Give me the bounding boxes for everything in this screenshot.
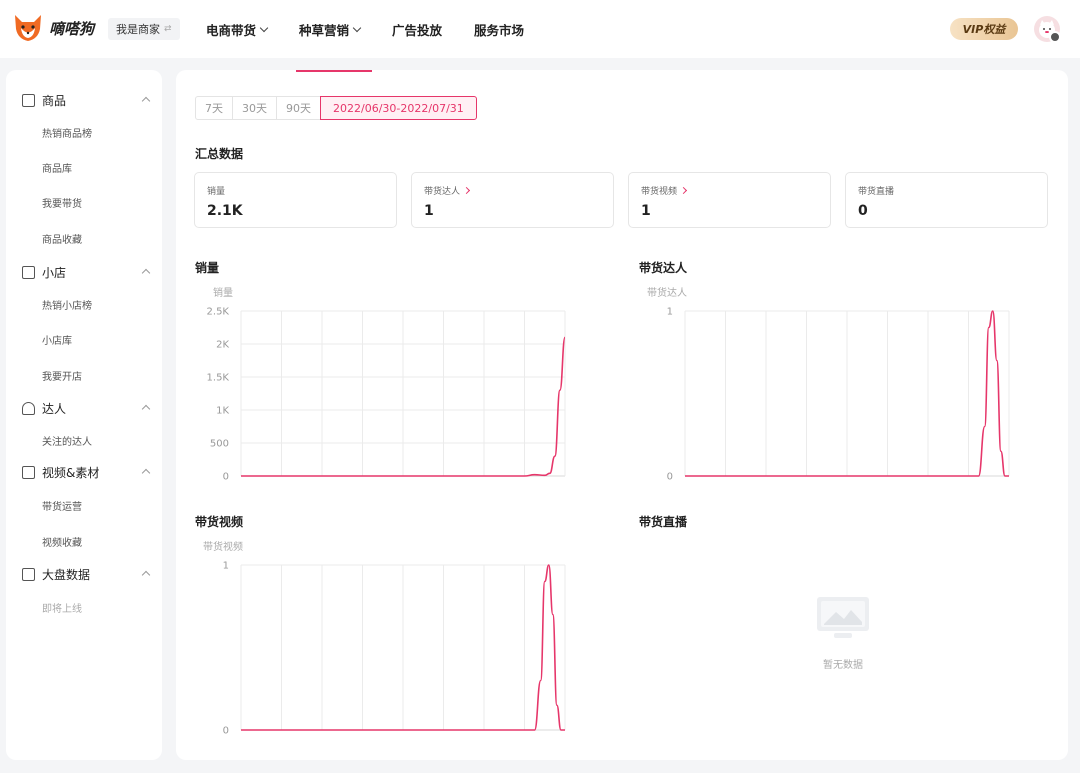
date-range-selector: 7天 30天 90天 2022/06/30-2022/07/31 xyxy=(195,96,477,120)
y-axis-name: 销量 xyxy=(213,286,233,299)
logo[interactable]: 嘀嗒狗 xyxy=(12,12,94,44)
videos-chart: 带货视频 0 1 xyxy=(203,540,566,737)
card-label-text: 带货直播 xyxy=(858,187,895,197)
chart-title-sales: 销量 xyxy=(195,261,220,275)
card-label: 带货视频 xyxy=(641,184,688,197)
y-tick-label: 1 xyxy=(667,307,673,318)
sidebar-item[interactable]: 热销商品榜 xyxy=(42,125,92,140)
nav-item-2[interactable]: 广告投放 xyxy=(392,20,442,39)
chevron-down-icon xyxy=(259,23,269,32)
cube-icon xyxy=(22,93,35,107)
range-custom-selected[interactable]: 2022/06/30-2022/07/31 xyxy=(320,96,477,120)
no-data-icon xyxy=(817,597,869,638)
no-data-text: 暂无数据 xyxy=(823,660,863,671)
sidebar-group-label: 大盘数据 xyxy=(42,567,91,582)
account-status-icon xyxy=(1049,31,1061,43)
vip-button[interactable]: VIP权益 xyxy=(950,18,1018,40)
chevron-up-icon xyxy=(141,268,151,278)
sidebar-item[interactable]: 我要开店 xyxy=(42,368,82,383)
sidebar-group-label: 视频&素材 xyxy=(42,465,100,480)
influencers-chart: 带货达人 0 1 xyxy=(647,286,1010,483)
video-icon xyxy=(22,465,35,479)
card-label: 销量 xyxy=(207,184,225,197)
y-tick-label: 0 xyxy=(223,726,229,737)
nav-label: 广告投放 xyxy=(392,22,443,38)
card-label-text: 带货达人 xyxy=(424,187,461,197)
card-label-text: 销量 xyxy=(207,187,226,197)
main-nav: 电商带货 种草营销 广告投放 服务市场 xyxy=(206,0,556,58)
chevron-right-icon xyxy=(462,186,471,195)
y-axis-name: 带货达人 xyxy=(647,286,687,299)
sidebar: 商品热销商品榜商品库我要带货商品收藏小店热销小店榜小店库我要开店达人关注的达人视… xyxy=(6,70,162,760)
sidebar-item[interactable]: 商品收藏 xyxy=(42,231,82,246)
card-value: 1 xyxy=(424,203,434,219)
card-value: 2.1K xyxy=(207,203,243,219)
sidebar-item[interactable]: 视频收藏 xyxy=(42,534,82,549)
summary-title: 汇总数据 xyxy=(195,147,244,161)
card-value: 1 xyxy=(641,203,651,219)
y-tick-label: 1K xyxy=(216,406,229,417)
nav-item-1[interactable]: 种草营销 xyxy=(299,20,362,39)
y-axis-name: 带货视频 xyxy=(203,540,243,553)
nav-item-0[interactable]: 电商带货 xyxy=(206,20,269,39)
nav-label: 种草营销 xyxy=(299,22,350,38)
role-selector[interactable]: 我是商家 ⇄ xyxy=(108,18,180,40)
card-label: 带货直播 xyxy=(858,184,894,197)
chart-title-videos: 带货视频 xyxy=(195,515,244,529)
top-bar: 嘀嗒狗 我是商家 ⇄ 电商带货 种草营销 广告投放 服务市场 VIP权益 xyxy=(0,0,1080,58)
range-option-2[interactable]: 90天 xyxy=(276,96,321,120)
sidebar-group-4[interactable]: 大盘数据 xyxy=(6,564,162,584)
store-icon xyxy=(22,265,35,279)
sidebar-group-0[interactable]: 商品 xyxy=(6,90,162,110)
card-label: 带货达人 xyxy=(424,184,471,197)
swap-icon: ⇄ xyxy=(164,24,172,34)
chevron-up-icon xyxy=(141,96,151,106)
card-label-text: 带货视频 xyxy=(641,187,678,197)
y-tick-label: 2K xyxy=(216,340,229,351)
chevron-right-icon xyxy=(679,186,688,195)
sidebar-group-label: 商品 xyxy=(42,93,67,108)
sidebar-group-1[interactable]: 小店 xyxy=(6,262,162,282)
y-tick-label: 2.5K xyxy=(207,307,230,318)
y-tick-label: 1 xyxy=(223,561,229,572)
sidebar-item[interactable]: 小店库 xyxy=(42,332,72,347)
sidebar-group-label: 达人 xyxy=(42,401,67,416)
star-icon xyxy=(22,401,35,415)
summary-card-3: 带货直播 0 xyxy=(845,172,1048,228)
summary-card-1[interactable]: 带货达人 1 xyxy=(411,172,614,228)
y-tick-label: 500 xyxy=(210,439,229,450)
nav-label: 电商带货 xyxy=(206,22,257,38)
active-tab-indicator xyxy=(296,70,372,72)
summary-card-2[interactable]: 带货视频 1 xyxy=(628,172,831,228)
sales-chart: 销量 0 500 1K 1.5K 2K 2.5K xyxy=(207,286,566,483)
chevron-down-icon xyxy=(352,23,362,32)
brand-name: 嘀嗒狗 xyxy=(49,19,95,38)
range-option-1[interactable]: 30天 xyxy=(232,96,277,120)
sidebar-item: 即将上线 xyxy=(42,604,82,615)
sidebar-group-3[interactable]: 视频&素材 xyxy=(6,462,162,482)
summary-card-0: 销量 2.1K xyxy=(194,172,397,228)
chart-title-influencers: 带货达人 xyxy=(639,261,688,275)
sidebar-item[interactable]: 带货运营 xyxy=(42,498,82,513)
fox-logo-icon xyxy=(15,15,41,41)
sidebar-item[interactable]: 我要带货 xyxy=(42,195,82,210)
role-label: 我是商家 xyxy=(116,23,160,36)
nav-label: 服务市场 xyxy=(474,22,525,38)
sidebar-item[interactable]: 关注的达人 xyxy=(42,433,92,448)
card-value: 0 xyxy=(858,203,868,219)
y-tick-label: 0 xyxy=(667,472,673,483)
sidebar-group-2[interactable]: 达人 xyxy=(6,398,162,418)
sidebar-item[interactable]: 热销小店榜 xyxy=(42,297,92,312)
y-tick-label: 1.5K xyxy=(207,373,230,384)
dashboard-icon xyxy=(22,567,35,581)
y-tick-label: 0 xyxy=(223,472,229,483)
chevron-up-icon xyxy=(141,468,151,478)
sidebar-item[interactable]: 商品库 xyxy=(42,160,72,175)
range-option-0[interactable]: 7天 xyxy=(195,96,233,120)
nav-item-3[interactable]: 服务市场 xyxy=(474,20,524,39)
chevron-up-icon xyxy=(141,570,151,580)
chart-title-live: 带货直播 xyxy=(639,515,688,529)
sidebar-group-label: 小店 xyxy=(42,265,67,280)
chevron-up-icon xyxy=(141,404,151,414)
